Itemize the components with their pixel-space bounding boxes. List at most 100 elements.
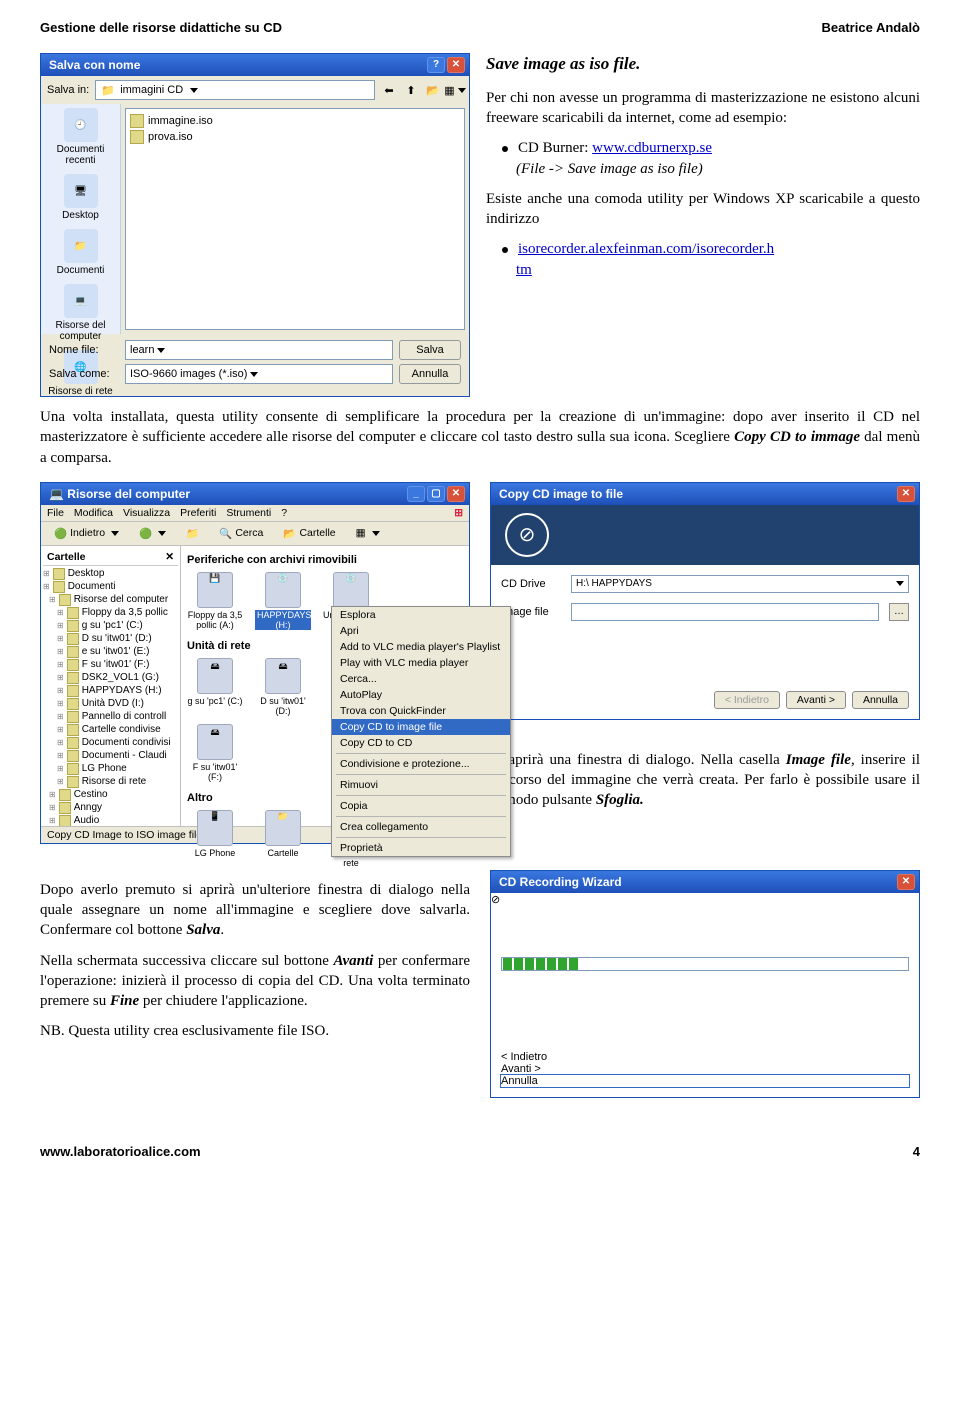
menu-tools[interactable]: Strumenti — [226, 507, 271, 519]
views-button[interactable]: ▦ — [349, 524, 387, 542]
desktop-icon[interactable]: 🖥 — [64, 174, 98, 208]
toolbar: 🟢 Indietro 🟢 📁 🔍 Cerca 📂 Cartelle ▦ — [41, 522, 469, 546]
netdrive-d[interactable]: 🖴D su 'itw01' (D:) — [255, 658, 311, 716]
ctx-copy-cd-image[interactable]: Copy CD to image file — [332, 719, 510, 735]
tree-node[interactable]: ⊞LG Phone — [43, 763, 178, 776]
up-icon[interactable]: ⬆ — [403, 82, 419, 98]
ctx-item[interactable]: Rimuovi — [332, 777, 510, 793]
ctx-item[interactable]: AutoPlay — [332, 687, 510, 703]
tree-close-icon[interactable]: ✕ — [165, 551, 174, 563]
tree-node[interactable]: ⊞Risorse del computer — [43, 594, 178, 607]
save-button[interactable]: Salva — [399, 340, 461, 360]
documents-icon[interactable]: 📁 — [64, 229, 98, 263]
menu-view[interactable]: Visualizza — [123, 507, 170, 519]
wizard-cancel-button[interactable]: Annulla — [852, 691, 909, 709]
close-button[interactable]: ✕ — [447, 57, 465, 73]
tree-node[interactable]: ⊞e su 'itw01' (E:) — [43, 646, 178, 659]
link-cdburnerxp[interactable]: www.cdburnerxp.se — [592, 140, 712, 156]
tree-node[interactable]: ⊞Pannello di controll — [43, 711, 178, 724]
ctx-item[interactable]: Cerca... — [332, 671, 510, 687]
ctx-item[interactable]: Copia — [332, 798, 510, 814]
tree-node[interactable]: ⊞HAPPYDAYS (H:) — [43, 685, 178, 698]
tree-node[interactable]: ⊞Desktop — [43, 568, 178, 581]
paragraph-usage: Una volta installata, questa utility con… — [40, 407, 920, 468]
ctx-item[interactable]: Proprietà — [332, 840, 510, 856]
cancel-button[interactable]: Annulla — [399, 364, 461, 384]
netdrive-f[interactable]: 🖴F su 'itw01' (F:) — [187, 724, 243, 782]
up-button[interactable]: 📁 — [179, 524, 206, 543]
menu-file[interactable]: File — [47, 507, 64, 519]
ctx-item[interactable]: Crea collegamento — [332, 819, 510, 835]
ctx-item[interactable]: Copy CD to CD — [332, 735, 510, 751]
wizard-title: Copy CD image to file — [499, 487, 623, 501]
close-button[interactable]: ✕ — [897, 486, 915, 502]
link-isorecorder[interactable]: isorecorder.alexfeinman.com/isorecorder.… — [518, 241, 774, 257]
help-button[interactable]: ? — [427, 57, 445, 73]
tree-node[interactable]: ⊞Anngy — [43, 802, 178, 815]
paragraph-savename: Dopo averlo premuto si aprirà un'ulterio… — [40, 880, 470, 941]
save-type-combo[interactable]: ISO-9660 images (*.iso) — [125, 364, 393, 384]
copy-cd-wizard: Copy CD image to file ✕ ⊘ CD Drive H:\ H… — [490, 482, 920, 720]
tree-node[interactable]: ⊞Cestino — [43, 789, 178, 802]
item-folders[interactable]: 📁Cartelle — [255, 810, 311, 868]
close-button[interactable]: ✕ — [897, 874, 915, 890]
ctx-item[interactable]: Play with VLC media player — [332, 655, 510, 671]
image-file-input[interactable] — [571, 603, 879, 621]
tree-node[interactable]: ⊞Audio — [43, 815, 178, 826]
paragraph-isorecorder: Esiste anche una comoda utility per Wind… — [486, 189, 920, 230]
tree-node[interactable]: ⊞Floppy da 3,5 pollic — [43, 607, 178, 620]
folders-button[interactable]: 📂 Cartelle — [276, 524, 342, 543]
wizard-next-button[interactable]: Avanti > — [786, 691, 846, 709]
drive-floppy[interactable]: 💾Floppy da 3,5 pollic (A:) — [187, 572, 243, 630]
item-lgphone[interactable]: 📱LG Phone — [187, 810, 243, 868]
cd-drive-combo[interactable]: H:\ HAPPYDAYS — [571, 575, 909, 593]
maximize-button[interactable]: ▢ — [427, 486, 445, 502]
dialog-title: Salva con nome — [49, 58, 140, 72]
recent-docs-icon[interactable]: 🕘 — [64, 108, 98, 142]
tree-node[interactable]: ⊞DSK2_VOL1 (G:) — [43, 672, 178, 685]
file-list[interactable]: immagine.iso prova.iso — [125, 108, 465, 330]
tree-node[interactable]: ⊞F su 'itw01' (F:) — [43, 659, 178, 672]
paragraph-avanti: Nella schermata successiva cliccare sul … — [40, 951, 470, 1012]
file-name-input[interactable]: learn — [125, 340, 393, 360]
wizard2-cancel-button[interactable]: Annulla — [501, 1075, 909, 1087]
ctx-item[interactable]: Trova con QuickFinder — [332, 703, 510, 719]
browse-button[interactable]: … — [889, 603, 909, 621]
views-icon[interactable]: ▦ — [447, 82, 463, 98]
tree-node[interactable]: ⊞Risorse di rete — [43, 776, 178, 789]
netdrive-c[interactable]: 🖴g su 'pc1' (C:) — [187, 658, 243, 716]
link-isorecorder-2[interactable]: tm — [516, 262, 532, 278]
new-folder-icon[interactable]: 📂 — [425, 82, 441, 98]
folder-tree[interactable]: Cartelle✕ ⊞Desktop⊞Documenti⊞Risorse del… — [41, 546, 181, 826]
menu-edit[interactable]: Modifica — [74, 507, 113, 519]
forward-button[interactable]: 🟢 — [132, 524, 173, 543]
close-button[interactable]: ✕ — [447, 486, 465, 502]
menu-bar: File Modifica Visualizza Preferiti Strum… — [41, 505, 469, 522]
folder-icon: 📁 — [100, 82, 116, 98]
back-icon[interactable]: ⬅ — [381, 82, 397, 98]
my-computer-icon[interactable]: 💻 — [64, 284, 98, 318]
wizard2-title: CD Recording Wizard — [499, 875, 622, 889]
tree-node[interactable]: ⊞Unità DVD (I:) — [43, 698, 178, 711]
save-in-combo[interactable]: 📁 immagini CD — [95, 80, 375, 100]
back-button[interactable]: 🟢 Indietro — [47, 524, 126, 543]
menu-help[interactable]: ? — [281, 507, 287, 519]
tree-node[interactable]: ⊞Cartelle condivise — [43, 724, 178, 737]
ctx-item[interactable]: Add to VLC media player's Playlist — [332, 639, 510, 655]
search-button[interactable]: 🔍 Cerca — [212, 524, 270, 543]
ctx-item[interactable]: Esplora — [332, 607, 510, 623]
ctx-item[interactable]: Condivisione e protezione... — [332, 756, 510, 772]
tree-node[interactable]: ⊞Documenti condivisi — [43, 737, 178, 750]
tree-node[interactable]: ⊞Documenti — [43, 581, 178, 594]
minimize-button[interactable]: _ — [407, 486, 425, 502]
windows-flag-icon: ⊞ — [454, 507, 463, 519]
ctx-item[interactable]: Apri — [332, 623, 510, 639]
tree-node[interactable]: ⊞g su 'pc1' (C:) — [43, 620, 178, 633]
explorer-window: 💻 Risorse del computer _ ▢ ✕ File Modifi… — [40, 482, 470, 844]
drive-happydays[interactable]: 💿HAPPYDAYS (H:) — [255, 572, 311, 630]
save-in-label: Salva in: — [47, 84, 89, 96]
menu-favorites[interactable]: Preferiti — [180, 507, 216, 519]
content-pane[interactable]: Periferiche con archivi rimovibili 💾Flop… — [181, 546, 469, 826]
tree-node[interactable]: ⊞D su 'itw01' (D:) — [43, 633, 178, 646]
tree-node[interactable]: ⊞Documenti - Claudi — [43, 750, 178, 763]
